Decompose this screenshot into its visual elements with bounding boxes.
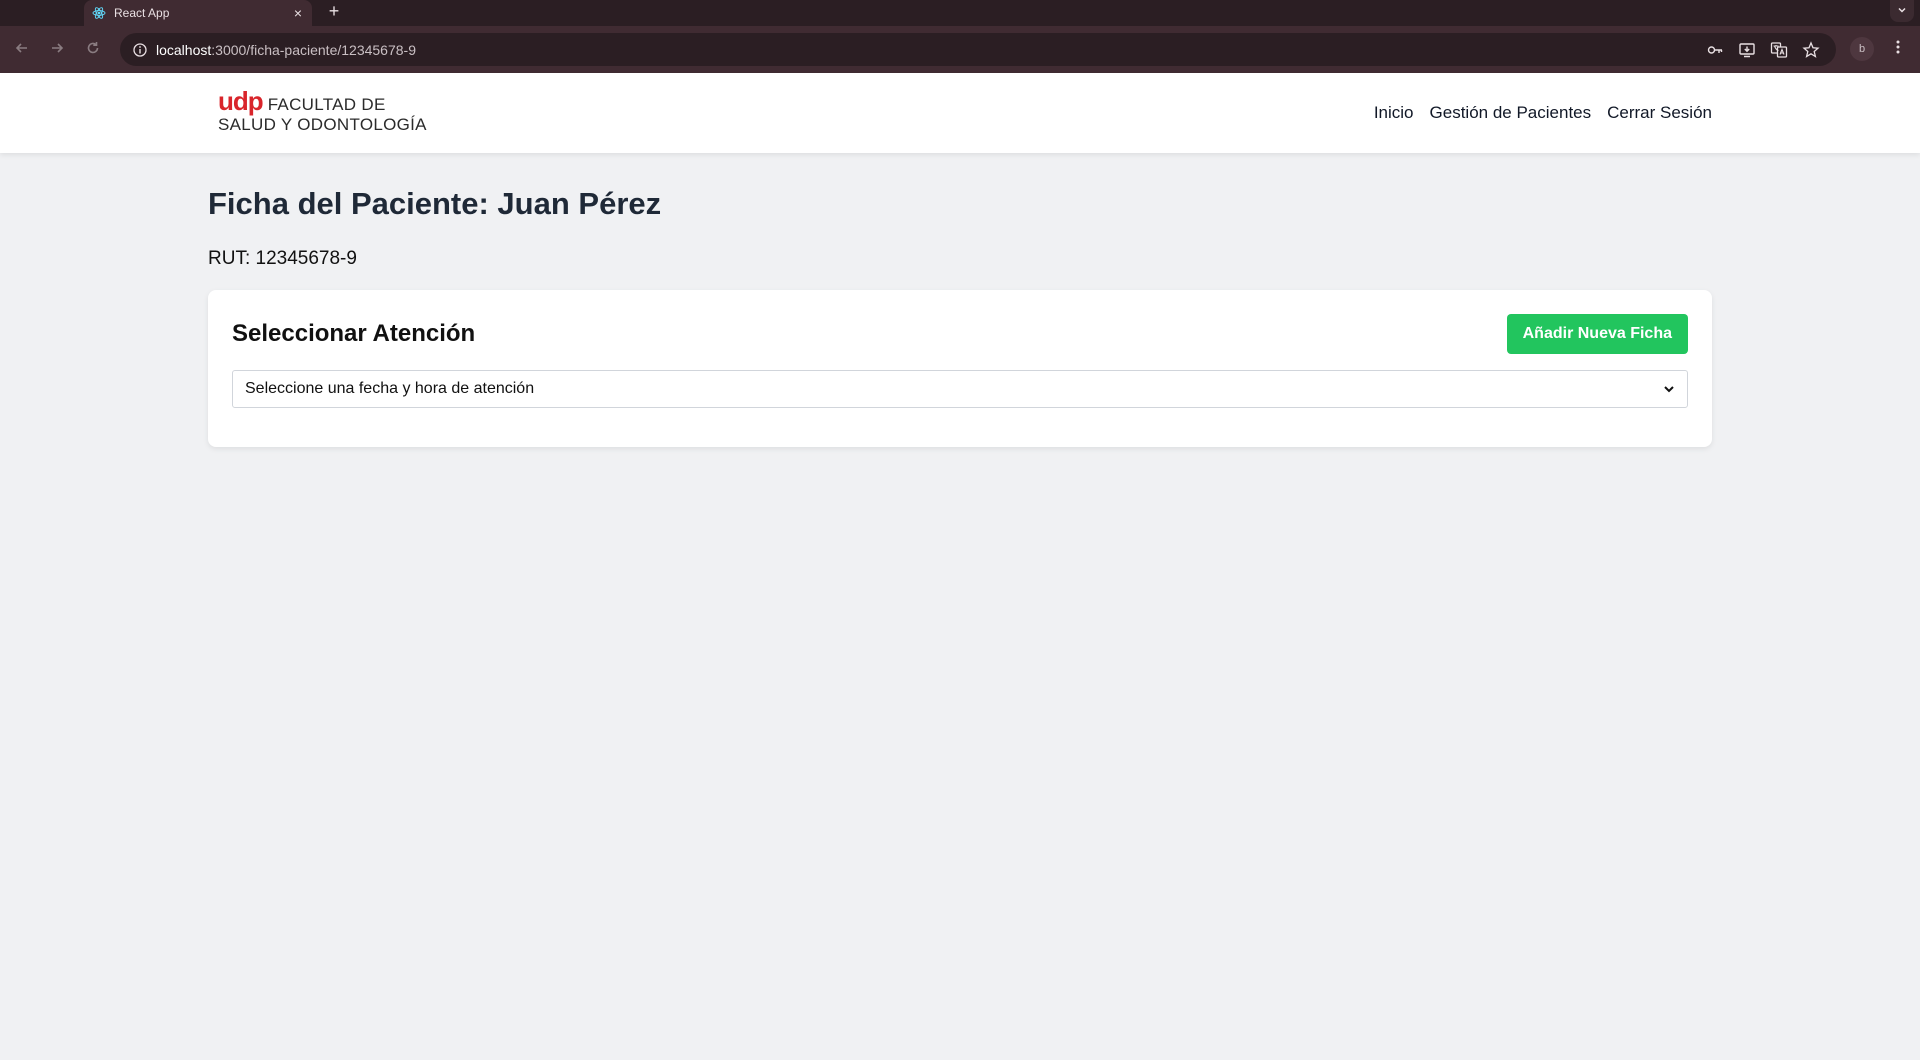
translate-icon[interactable] xyxy=(1770,41,1788,59)
card-title: Seleccionar Atención xyxy=(232,320,476,347)
arrow-right-icon xyxy=(49,40,65,61)
password-key-icon[interactable] xyxy=(1706,41,1724,59)
add-new-record-button[interactable]: Añadir Nueva Ficha xyxy=(1506,314,1688,354)
react-favicon-icon xyxy=(92,6,106,20)
arrow-left-icon xyxy=(14,40,30,61)
patient-rut: RUT: 12345678-9 xyxy=(208,248,357,269)
install-app-icon[interactable] xyxy=(1738,41,1756,59)
nav-cerrar-sesion[interactable]: Cerrar Sesión xyxy=(1607,103,1712,123)
chevron-down-icon xyxy=(1897,2,1907,20)
browser-toolbar: localhost:3000/ficha-paciente/12345678-9… xyxy=(0,26,1920,73)
back-button[interactable] xyxy=(11,39,33,61)
browser-menu-button[interactable] xyxy=(1888,38,1908,60)
tab-title: React App xyxy=(114,6,170,20)
browser-tab-strip: React App × + xyxy=(0,0,1920,26)
select-value: Seleccione una fecha y hora de atención xyxy=(245,380,535,397)
browser-tab[interactable]: React App × xyxy=(84,0,312,26)
url-host: localhost xyxy=(156,41,212,58)
url-path: :3000/ficha-paciente/12345678-9 xyxy=(211,41,416,58)
nav-inicio[interactable]: Inicio xyxy=(1374,103,1414,123)
url-text[interactable]: localhost:3000/ficha-paciente/12345678-9 xyxy=(156,42,416,58)
attention-card: Seleccionar Atención Añadir Nueva Ficha … xyxy=(208,290,1712,447)
logo-faculty-text: FACULTAD DE xyxy=(267,95,386,114)
app-header: udp FACULTAD DE SALUD Y ODONTOLOGÍA Inic… xyxy=(0,73,1920,153)
new-tab-button[interactable]: + xyxy=(326,0,342,26)
main-nav: Inicio Gestión de Pacientes Cerrar Sesió… xyxy=(1374,103,1712,123)
reload-icon xyxy=(85,40,101,61)
logo-line-1: udp FACULTAD DE xyxy=(218,88,427,115)
page-title: Ficha del Paciente: Juan Pérez xyxy=(208,186,662,221)
udp-logo[interactable]: udp FACULTAD DE SALUD Y ODONTOLOGÍA xyxy=(218,88,427,135)
bookmark-star-icon[interactable] xyxy=(1802,41,1820,59)
address-bar[interactable]: localhost:3000/ficha-paciente/12345678-9 xyxy=(120,33,1836,66)
profile-avatar[interactable]: b xyxy=(1850,37,1874,61)
tab-search-button[interactable] xyxy=(1890,0,1914,22)
nav-gestion-pacientes[interactable]: Gestión de Pacientes xyxy=(1430,103,1592,123)
tab-close-icon[interactable]: × xyxy=(294,6,302,20)
reload-button[interactable] xyxy=(82,39,104,61)
site-info-icon[interactable] xyxy=(130,40,150,60)
chevron-down-icon xyxy=(1663,383,1675,395)
forward-button[interactable] xyxy=(46,39,68,61)
more-vertical-icon xyxy=(1896,39,1900,60)
logo-line-2: SALUD Y ODONTOLOGÍA xyxy=(218,115,427,134)
attention-select[interactable]: Seleccione una fecha y hora de atención xyxy=(232,370,1688,408)
logo-mark: udp xyxy=(218,86,264,116)
